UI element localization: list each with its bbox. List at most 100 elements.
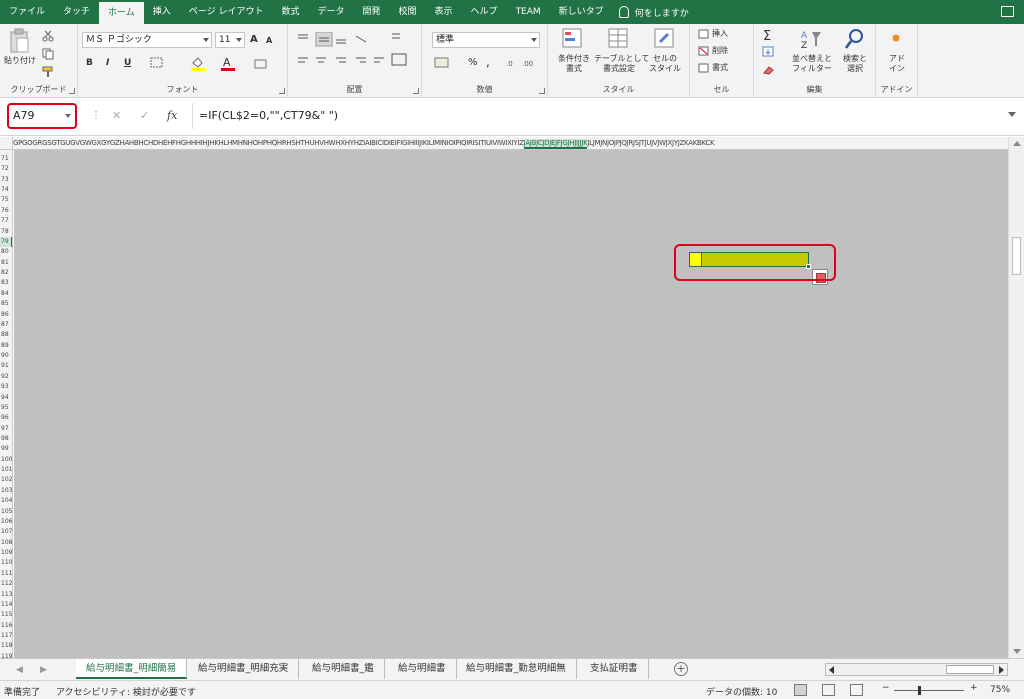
fill-icon[interactable] xyxy=(762,46,776,58)
tell-me-search[interactable]: 何をしますか xyxy=(618,6,689,19)
row-header[interactable]: 75 xyxy=(0,195,12,205)
normal-view-icon[interactable] xyxy=(794,684,807,696)
row-header[interactable]: 94 xyxy=(0,393,12,403)
row-header[interactable]: 74 xyxy=(0,185,12,195)
row-header[interactable]: 114 xyxy=(0,600,12,610)
tab-team[interactable]: TEAM xyxy=(507,0,550,24)
alignment-launcher-icon[interactable] xyxy=(413,88,419,94)
tab-new[interactable]: 新しいタブ xyxy=(550,0,613,24)
row-header[interactable]: 112 xyxy=(0,579,12,589)
name-box[interactable]: A79 xyxy=(7,103,77,129)
row-header[interactable]: 109 xyxy=(0,548,12,558)
tab-page-layout[interactable]: ページ レイアウト xyxy=(180,0,273,24)
zoom-out-button[interactable]: − xyxy=(882,683,890,693)
scroll-up-icon[interactable] xyxy=(1013,141,1021,146)
underline-button[interactable]: U xyxy=(124,58,131,68)
prev-sheet-icon[interactable]: ◀ xyxy=(16,665,23,675)
row-header[interactable]: 113 xyxy=(0,590,12,600)
horizontal-scroll-thumb[interactable] xyxy=(946,665,994,674)
row-header[interactable]: 106 xyxy=(0,517,12,527)
worksheet-grid[interactable] xyxy=(14,150,1008,658)
tab-help[interactable]: ヘルプ xyxy=(462,0,507,24)
addins-icon[interactable] xyxy=(890,32,902,44)
row-header[interactable]: 80 xyxy=(0,247,12,257)
row-header[interactable]: 83 xyxy=(0,278,12,288)
row-header[interactable]: 118 xyxy=(0,641,12,651)
font-size-select[interactable]: 11 xyxy=(215,32,245,48)
number-launcher-icon[interactable] xyxy=(539,88,545,94)
sheet-tab-1[interactable]: 給与明細書_明細簡易 xyxy=(76,659,188,679)
zoom-slider-thumb[interactable] xyxy=(918,686,921,695)
accessibility-status[interactable]: アクセシビリティ: 検討が必要です xyxy=(56,685,196,698)
borders-icon[interactable] xyxy=(150,57,164,69)
row-header[interactable]: 81 xyxy=(0,258,12,268)
zoom-in-button[interactable]: + xyxy=(970,683,978,693)
row-header[interactable]: 97 xyxy=(0,424,12,434)
row-header[interactable]: 110 xyxy=(0,558,12,568)
sheet-tab-4[interactable]: 給与明細書 xyxy=(388,659,457,679)
scroll-right-icon[interactable] xyxy=(999,666,1004,674)
sheet-tab-5[interactable]: 給与明細書_勤怠明細無 xyxy=(456,659,577,679)
delete-cells-label[interactable]: 削除 xyxy=(712,46,728,56)
sort-filter-icon[interactable]: AZ xyxy=(800,28,822,50)
row-header[interactable]: 79 xyxy=(0,236,12,247)
percent-button[interactable]: % xyxy=(468,57,478,68)
italic-button[interactable]: I xyxy=(106,58,109,68)
row-header[interactable]: 92 xyxy=(0,372,12,382)
row-header[interactable]: 90 xyxy=(0,351,12,361)
format-cells-label[interactable]: 書式 xyxy=(712,63,728,73)
column-headers-left[interactable]: GPGOGRGSGTGUGVGWGXGYGZHAHBHCHDHEHFHGHHHI… xyxy=(13,139,524,147)
row-header[interactable]: 85 xyxy=(0,299,12,309)
alignment-icons[interactable] xyxy=(296,32,416,72)
decimal-icons[interactable]: .0 .00 xyxy=(506,57,538,69)
cut-icon[interactable] xyxy=(42,30,54,42)
row-header[interactable]: 91 xyxy=(0,361,12,371)
number-format-select[interactable]: 標準 xyxy=(432,32,540,48)
expand-formula-bar-icon[interactable] xyxy=(1008,112,1016,117)
row-header[interactable]: 107 xyxy=(0,527,12,537)
row-headers[interactable]: 71 72 73 74 75 76 77 78 79 80 81 82 83 84 85 86 87 88 89 90… xyxy=(0,150,13,658)
row-header[interactable]: 101 xyxy=(0,465,12,475)
row-header[interactable]: 87 xyxy=(0,320,12,330)
zoom-slider-track[interactable] xyxy=(894,690,964,691)
delete-cells-icon[interactable] xyxy=(698,46,710,57)
tab-developer[interactable]: 開発 xyxy=(354,0,390,24)
fill-color-icon[interactable] xyxy=(190,55,206,71)
zoom-level[interactable]: 75% xyxy=(990,685,1010,695)
row-header[interactable]: 73 xyxy=(0,175,12,185)
row-header[interactable]: 98 xyxy=(0,434,12,444)
cancel-formula-button[interactable]: ✕ xyxy=(112,109,121,122)
font-color-icon[interactable]: A xyxy=(220,55,236,71)
shrink-font-button[interactable]: A xyxy=(266,36,272,45)
clear-icon[interactable] xyxy=(762,64,776,76)
sheet-tab-6[interactable]: 支払証明書 xyxy=(580,659,649,679)
row-header[interactable]: 93 xyxy=(0,382,12,392)
copy-icon[interactable] xyxy=(42,48,56,60)
row-header[interactable]: 86 xyxy=(0,310,12,320)
scroll-down-icon[interactable] xyxy=(1013,649,1021,654)
tab-formulas[interactable]: 数式 xyxy=(272,0,308,24)
format-as-table-icon[interactable] xyxy=(608,28,630,50)
format-painter-icon[interactable] xyxy=(42,66,56,78)
font-launcher-icon[interactable] xyxy=(279,88,285,94)
row-header[interactable]: 102 xyxy=(0,475,12,485)
insert-function-button[interactable]: fx xyxy=(167,109,177,122)
grow-font-button[interactable]: A xyxy=(250,34,258,45)
conditional-format-icon[interactable] xyxy=(562,28,584,50)
vertical-scroll-thumb[interactable] xyxy=(1012,237,1021,275)
row-header[interactable]: 104 xyxy=(0,496,12,506)
row-header[interactable]: 89 xyxy=(0,341,12,351)
row-header[interactable]: 116 xyxy=(0,621,12,631)
enter-formula-button[interactable]: ✓ xyxy=(140,109,149,122)
find-select-icon[interactable] xyxy=(844,27,866,51)
currency-icon[interactable] xyxy=(434,56,452,70)
row-header[interactable]: 108 xyxy=(0,538,12,548)
formula-input[interactable]: =IF(CL$2=0,"",CT79&" ") xyxy=(192,103,1020,129)
row-header[interactable]: 111 xyxy=(0,569,12,579)
sheet-tab-2[interactable]: 給与明細書_明細充実 xyxy=(188,659,300,679)
row-header[interactable]: 105 xyxy=(0,507,12,517)
format-cells-icon[interactable] xyxy=(698,63,710,74)
clipboard-launcher-icon[interactable] xyxy=(69,88,75,94)
insert-cells-icon[interactable] xyxy=(698,29,710,40)
row-header[interactable]: 96 xyxy=(0,413,12,423)
